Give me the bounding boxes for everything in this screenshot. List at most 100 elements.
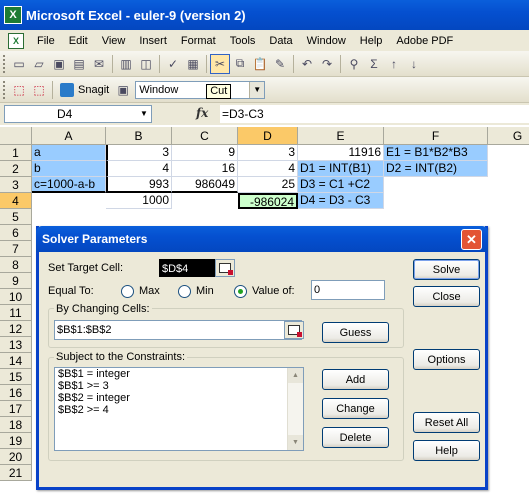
cut-icon[interactable]: ✂	[210, 53, 230, 74]
formula-input[interactable]: =D3-C3	[220, 105, 529, 123]
row-header-14[interactable]: 14	[0, 353, 32, 369]
row-header-15[interactable]: 15	[0, 369, 32, 385]
row-header-16[interactable]: 16	[0, 385, 32, 401]
pdf-convert-icon[interactable]: ⬚	[9, 80, 29, 100]
column-header-c[interactable]: C	[172, 127, 238, 145]
delete-button[interactable]: Delete	[322, 427, 389, 448]
collapse-dialog-target-button[interactable]	[215, 259, 235, 277]
row-header-7[interactable]: 7	[0, 241, 32, 257]
options-button[interactable]: Options	[413, 349, 480, 370]
menu-help[interactable]: Help	[353, 35, 390, 47]
guess-button[interactable]: Guess	[322, 322, 389, 343]
cell-b3[interactable]: 993	[106, 177, 172, 193]
menu-window[interactable]: Window	[300, 35, 353, 47]
cell-e1[interactable]: 11916	[298, 145, 384, 161]
cell-f1[interactable]: E1 = B1*B2*B3	[384, 145, 488, 161]
value-of-input[interactable]: 0	[311, 280, 385, 300]
row-header-12[interactable]: 12	[0, 321, 32, 337]
cell-c3[interactable]: 986049	[172, 177, 238, 193]
menu-edit[interactable]: Edit	[62, 35, 95, 47]
constraints-scrollbar[interactable]: ▲ ▼	[287, 368, 303, 450]
insert-function-icon[interactable]: fx	[196, 106, 208, 120]
snagit-button[interactable]: Snagit	[56, 82, 113, 97]
cell-e3[interactable]: D3 = C1 +C2	[298, 177, 384, 193]
dialog-title[interactable]: Solver Parameters	[36, 226, 488, 252]
paste-icon[interactable]: 📋	[250, 54, 270, 74]
undo-icon[interactable]: ↶	[297, 54, 317, 74]
collapse-dialog-changing-button[interactable]	[284, 321, 304, 339]
row-header-10[interactable]: 10	[0, 289, 32, 305]
row-header-21[interactable]: 21	[0, 465, 32, 481]
cell-f2[interactable]: D2 = INT(B2)	[384, 161, 488, 177]
workbook-icon[interactable]: X	[8, 32, 24, 49]
column-header-b[interactable]: B	[106, 127, 172, 145]
cell-d1[interactable]: 3	[238, 145, 298, 161]
toolbar-grip[interactable]	[3, 80, 6, 99]
row-header-11[interactable]: 11	[0, 305, 32, 321]
sort-descending-icon[interactable]: ↓	[404, 54, 424, 74]
row-header-2[interactable]: 2	[0, 161, 32, 177]
constraints-list[interactable]: $B$1 = integer $B$1 >= 3 $B$2 = integer …	[54, 367, 304, 451]
open-icon[interactable]: ▱	[29, 54, 49, 74]
value-of-radio[interactable]	[234, 285, 247, 298]
close-icon[interactable]: ✕	[461, 229, 482, 250]
menu-format[interactable]: Format	[174, 35, 223, 47]
solve-button[interactable]: Solve	[413, 259, 480, 280]
cell-b2[interactable]: 4	[106, 161, 172, 177]
row-header-3[interactable]: 3	[0, 177, 32, 193]
hyperlink-icon[interactable]: ⚲	[344, 54, 364, 74]
row-header-1[interactable]: 1	[0, 145, 32, 161]
save-icon[interactable]: ▣	[49, 54, 69, 74]
cell-a1[interactable]: a	[32, 145, 106, 161]
constraint-item[interactable]: $B$2 = integer	[55, 392, 303, 404]
row-header-6[interactable]: 6	[0, 225, 32, 241]
email-icon[interactable]: ✉	[89, 54, 109, 74]
menu-view[interactable]: View	[95, 35, 133, 47]
capture-mode-combo[interactable]: Window Cut ▼	[135, 80, 266, 99]
row-header-20[interactable]: 20	[0, 449, 32, 465]
menu-insert[interactable]: Insert	[132, 35, 174, 47]
cell-c2[interactable]: 16	[172, 161, 238, 177]
spelling-icon[interactable]: ✓	[163, 54, 183, 74]
column-header-a[interactable]: A	[32, 127, 106, 145]
cell-d4-active[interactable]: -986024	[238, 193, 298, 209]
cell-b4[interactable]: 1000	[106, 193, 172, 209]
cell-b1[interactable]: 3	[106, 145, 172, 161]
print-preview-icon[interactable]: ◫	[136, 54, 156, 74]
menu-adobe-pdf[interactable]: Adobe PDF	[389, 35, 460, 47]
row-header-8[interactable]: 8	[0, 257, 32, 273]
help-button[interactable]: Help	[413, 440, 480, 461]
print-icon[interactable]: ▥	[116, 54, 136, 74]
menu-file[interactable]: File	[30, 35, 62, 47]
name-box[interactable]: D4 ▼	[4, 105, 152, 123]
permission-icon[interactable]: ▤	[69, 54, 89, 74]
row-header-17[interactable]: 17	[0, 401, 32, 417]
constraint-item[interactable]: $B$1 >= 3	[55, 380, 303, 392]
sort-ascending-icon[interactable]: ↑	[384, 54, 404, 74]
row-header-19[interactable]: 19	[0, 433, 32, 449]
row-header-18[interactable]: 18	[0, 417, 32, 433]
close-button[interactable]: Close	[413, 286, 480, 307]
cell-c1[interactable]: 9	[172, 145, 238, 161]
max-radio[interactable]	[121, 285, 134, 298]
format-painter-icon[interactable]: ✎	[270, 54, 290, 74]
menu-data[interactable]: Data	[262, 35, 299, 47]
row-header-5[interactable]: 5	[0, 209, 32, 225]
chevron-down-icon[interactable]: ▼	[137, 106, 151, 122]
cell-d2[interactable]: 4	[238, 161, 298, 177]
column-header-f[interactable]: F	[384, 127, 488, 145]
cell-a2[interactable]: b	[32, 161, 106, 177]
new-icon[interactable]: ▭	[9, 54, 29, 74]
row-header-9[interactable]: 9	[0, 273, 32, 289]
select-all-corner[interactable]	[0, 127, 32, 145]
cell-e4[interactable]: D4 = D3 - C3	[298, 193, 384, 209]
row-header-13[interactable]: 13	[0, 337, 32, 353]
cell-e2[interactable]: D1 = INT(B1)	[298, 161, 384, 177]
pdf-email-icon[interactable]: ⬚	[29, 80, 49, 100]
column-header-g[interactable]: G	[488, 127, 529, 145]
reset-all-button[interactable]: Reset All	[413, 412, 480, 433]
cell-d3[interactable]: 25	[238, 177, 298, 193]
cell-a3[interactable]: c=1000-a-b	[32, 177, 106, 193]
constraint-item[interactable]: $B$1 = integer	[55, 368, 303, 380]
min-radio[interactable]	[178, 285, 191, 298]
